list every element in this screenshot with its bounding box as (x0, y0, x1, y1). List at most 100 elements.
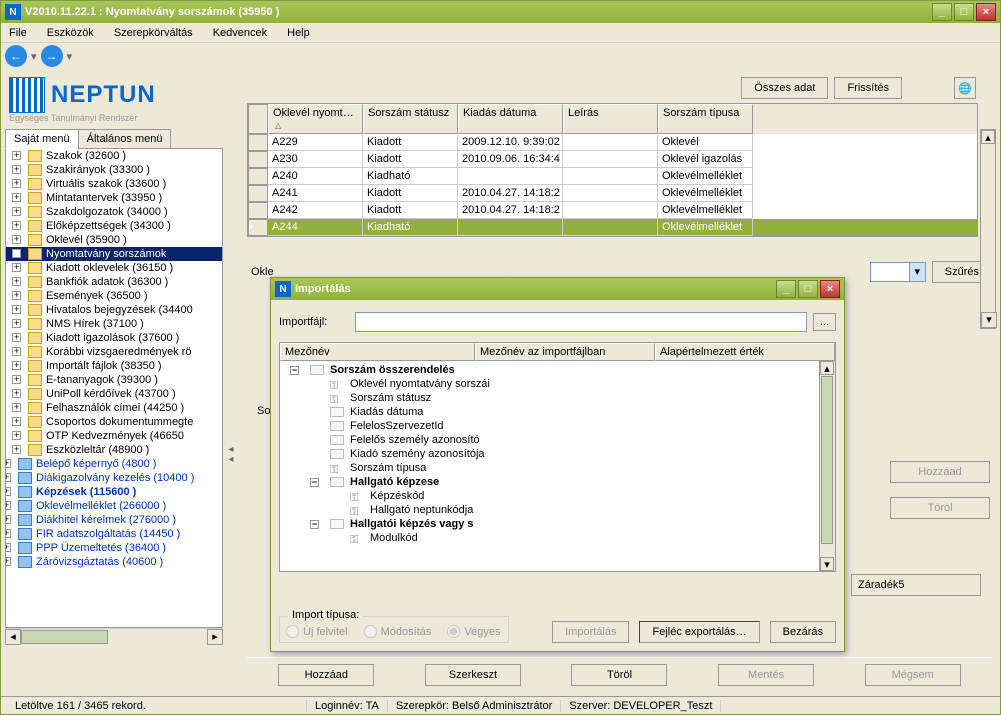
table-row[interactable]: ▸A244KiadhatóOklevélmelléklet (248, 219, 977, 236)
importfile-input[interactable] (355, 312, 807, 332)
field-item[interactable]: Oklevél nyomtatvány sorszái (282, 377, 833, 391)
browse-button[interactable]: ... (813, 313, 836, 331)
minimize-button[interactable]: _ (932, 3, 952, 21)
field-item[interactable]: Modulkód (282, 531, 833, 545)
radio-mix[interactable]: Vegyes (447, 625, 500, 638)
tree-item[interactable]: +Felhasználók címei (44250 ) (6, 401, 222, 415)
tree-item[interactable]: +Nyomtatvány sorszámok (6, 247, 222, 261)
tree-expand-icon[interactable]: + (12, 417, 21, 426)
tree-expand-icon[interactable]: + (12, 347, 21, 356)
row-selector[interactable] (248, 168, 268, 185)
radio-mix-input[interactable] (447, 625, 460, 638)
grid-v-scrollbar[interactable]: ▴ ▾ (980, 129, 996, 329)
radio-new-input[interactable] (286, 625, 299, 638)
tree-expand-icon[interactable]: + (5, 543, 11, 552)
field-item[interactable]: Kiadó szemény azonosítója (282, 447, 833, 461)
tree-expand-icon[interactable]: + (5, 557, 11, 566)
tab-general-menu[interactable]: Általános menü (78, 129, 172, 149)
tree-expand-icon[interactable]: + (12, 165, 21, 174)
splitter-grip[interactable]: ◂◂ (227, 445, 235, 467)
scroll-right-button[interactable]: ▸ (207, 629, 223, 645)
tree-item[interactable]: +Eszközleltár (48900 ) (6, 443, 222, 457)
tree-collapse-icon[interactable]: − (310, 478, 319, 487)
bottom-save-button[interactable]: Mentés (718, 664, 814, 686)
tree-expand-icon[interactable]: + (5, 459, 11, 468)
tree-item[interactable]: +Hivatalos bejegyzések (34400 (6, 303, 222, 317)
tree-item[interactable]: +Szakok (32600 ) (6, 149, 222, 163)
field-item[interactable]: FelelosSzervezetId (282, 419, 833, 433)
tree-item[interactable]: +Oklevél (35900 ) (6, 233, 222, 247)
tree-item[interactable]: +Korábbi vizsgaeredmények rö (6, 345, 222, 359)
field-scroll-down[interactable]: ▾ (820, 557, 834, 571)
data-grid[interactable]: Oklevél nyomt…△ Sorszám státusz Kiadás d… (247, 103, 978, 237)
field-item[interactable]: Képzéskód (282, 489, 833, 503)
row-selector[interactable]: ▸ (248, 219, 268, 236)
tree-expand-icon[interactable]: + (12, 319, 21, 328)
nav-forward-dropdown[interactable]: ▾ (67, 50, 73, 63)
field-item[interactable]: −Hallgató képzese (282, 475, 833, 489)
tree-expand-icon[interactable]: + (12, 179, 21, 188)
tree-expand-icon[interactable]: + (12, 305, 21, 314)
tree-collapse-icon[interactable]: − (310, 520, 319, 529)
scroll-down-button[interactable]: ▾ (981, 312, 997, 328)
tree-item[interactable]: +Mintatantervek (33950 ) (6, 191, 222, 205)
tree-item[interactable]: +PPP Üzemeltetés (36400 ) (6, 541, 222, 555)
tree-item[interactable]: +Diákigazolvány kezelés (10400 ) (6, 471, 222, 485)
tree-expand-icon[interactable]: + (12, 333, 21, 342)
all-data-button[interactable]: Összes adat (741, 77, 828, 99)
field-scroll-up[interactable]: ▴ (820, 361, 834, 375)
field-item[interactable]: Hallgató neptunkódja (282, 503, 833, 517)
tree-item[interactable]: +UniPoll kérdőívek (43700 ) (6, 387, 222, 401)
col-header-1[interactable]: Sorszám státusz (363, 104, 458, 134)
table-row[interactable]: A230Kiadott2010.09.06. 16:34:4Oklevél ig… (248, 151, 977, 168)
table-row[interactable]: A240KiadhatóOklevélmelléklet (248, 168, 977, 185)
tree-expand-icon[interactable]: + (12, 263, 21, 272)
tree-expand-icon[interactable]: + (12, 277, 21, 286)
export-header-button[interactable]: Fejléc exportálás… (639, 621, 759, 643)
nav-back-dropdown[interactable]: ▾ (31, 50, 37, 63)
radio-mod-input[interactable] (364, 625, 377, 638)
nav-forward-button[interactable]: → (41, 45, 63, 67)
filter-combo[interactable]: ▾ (870, 262, 926, 282)
radio-mod[interactable]: Módosítás (364, 625, 432, 638)
tree-item[interactable]: +Képzések (115600 ) (6, 485, 222, 499)
tree-expand-icon[interactable]: + (12, 207, 21, 216)
menu-roleswitch[interactable]: Szerepkörváltás (110, 25, 197, 41)
tree-expand-icon[interactable]: + (12, 291, 21, 300)
nav-back-button[interactable]: ← (5, 45, 27, 67)
field-item[interactable]: Kiadás dátuma (282, 405, 833, 419)
globe-icon-button[interactable]: 🌐 (954, 77, 976, 99)
table-row[interactable]: A229Kiadott2009.12.10. 9:39:02Oklevél (248, 134, 977, 151)
tree-expand-icon[interactable]: + (12, 445, 21, 454)
tree-expand-icon[interactable]: + (12, 193, 21, 202)
combo-arrow-icon[interactable]: ▾ (909, 263, 925, 281)
tree-item[interactable]: +Bankfiók adatok (36300 ) (6, 275, 222, 289)
tree-expand-icon[interactable]: + (12, 221, 21, 230)
tree-item[interactable]: +Kiadott igazolások (37600 ) (6, 331, 222, 345)
import-action-button[interactable]: Importálás (552, 621, 629, 643)
tree-expand-icon[interactable]: + (5, 487, 11, 496)
tree-item[interactable]: +E-tananyagok (39300 ) (6, 373, 222, 387)
tree-collapse-icon[interactable]: − (290, 366, 299, 375)
tree-expand-icon[interactable]: + (12, 151, 21, 160)
tree-item[interactable]: +Csoportos dokumentummegte (6, 415, 222, 429)
row-selector[interactable] (248, 185, 268, 202)
col-header-0[interactable]: Oklevél nyomt…△ (268, 104, 363, 134)
tree-item[interactable]: +Oklevélmelléklet (266000 ) (6, 499, 222, 513)
tree-item[interactable]: +FIR adatszolgáltatás (14450 ) (6, 527, 222, 541)
tree-expand-icon[interactable]: + (5, 529, 11, 538)
col-header-3[interactable]: Leírás (563, 104, 658, 134)
table-row[interactable]: A241Kiadott2010.04.27. 14:18:2Oklevélmel… (248, 185, 977, 202)
field-item[interactable]: Sorszám státusz (282, 391, 833, 405)
tree-expand-icon[interactable]: + (12, 403, 21, 412)
bottom-edit-button[interactable]: Szerkeszt (425, 664, 521, 686)
field-col-0[interactable]: Mezőnév (280, 343, 475, 361)
menu-help[interactable]: Help (283, 25, 314, 41)
maximize-button[interactable]: □ (954, 3, 974, 21)
tree-expand-icon[interactable]: + (5, 515, 11, 524)
tree-item[interactable]: +Szakirányok (33300 ) (6, 163, 222, 177)
tree-expand-icon[interactable]: + (12, 431, 21, 440)
dialog-close-action-button[interactable]: Bezárás (770, 621, 836, 643)
scroll-up-button[interactable]: ▴ (981, 130, 995, 144)
tree-expand-icon[interactable]: + (12, 235, 21, 244)
